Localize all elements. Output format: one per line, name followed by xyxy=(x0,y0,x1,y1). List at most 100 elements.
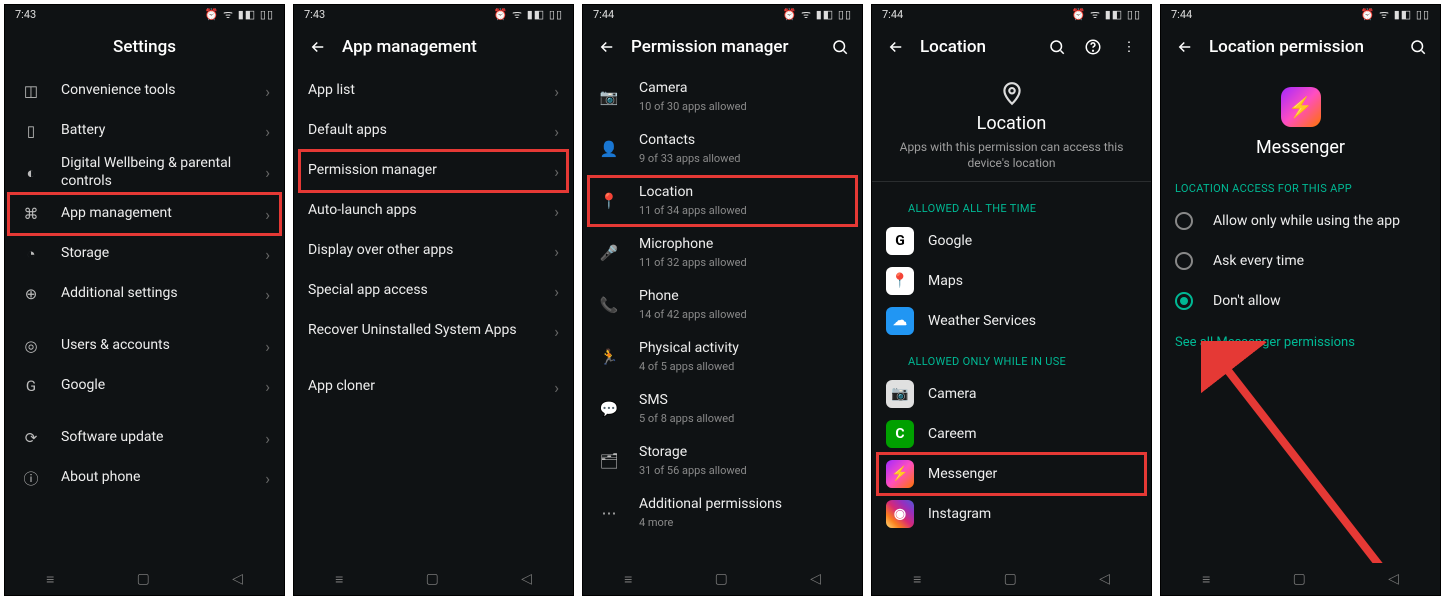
nav-back-icon[interactable]: ◁ xyxy=(521,571,532,587)
status-time: 7:43 xyxy=(304,8,325,21)
back-icon[interactable] xyxy=(595,35,619,59)
chevron-right-icon: › xyxy=(554,122,559,141)
item-icon: ▯ xyxy=(19,119,43,143)
permission-icon: 📞 xyxy=(597,293,621,317)
nav-recent-icon[interactable]: ≡ xyxy=(624,571,632,588)
back-icon[interactable] xyxy=(884,35,908,59)
item-label: Users & accounts xyxy=(61,337,257,355)
back-icon[interactable] xyxy=(1173,35,1197,59)
app-row[interactable]: ◉Instagram xyxy=(872,494,1151,534)
nav-recent-icon[interactable]: ≡ xyxy=(46,571,54,588)
settings-item[interactable]: ◐Digital Wellbeing & parental controls› xyxy=(5,151,284,194)
app-name: Instagram xyxy=(928,506,991,522)
item-label: Battery xyxy=(61,122,257,140)
settings-item[interactable]: ⊕Additional settings› xyxy=(5,274,284,314)
item-icon: ◎ xyxy=(19,334,43,358)
item-label: Physical activity xyxy=(639,340,848,358)
settings-item[interactable]: ◫Convenience tools› xyxy=(5,71,284,111)
nav-home-icon[interactable]: ▢ xyxy=(1004,571,1017,587)
item-sublabel: 14 of 42 apps allowed xyxy=(639,308,848,322)
app-mgmt-item[interactable]: Default apps› xyxy=(294,111,573,151)
settings-item[interactable]: ◔Storage› xyxy=(5,234,284,274)
app-mgmt-item[interactable]: App list› xyxy=(294,71,573,111)
permission-options[interactable]: ⚡ Messenger LOCATION ACCESS FOR THIS APP… xyxy=(1161,71,1440,563)
permission-icon: 🗂 xyxy=(597,449,621,473)
app-management-list[interactable]: App list›Default apps›Permission manager… xyxy=(294,71,573,563)
permission-item[interactable]: 🏃Physical activity4 of 5 apps allowed xyxy=(583,331,862,383)
app-row[interactable]: CCareem xyxy=(872,414,1151,454)
nav-recent-icon[interactable]: ≡ xyxy=(913,571,921,588)
settings-item[interactable]: GGoogle› xyxy=(5,366,284,406)
settings-item[interactable]: ⓘAbout phone› xyxy=(5,458,284,498)
permission-item[interactable]: 📍Location11 of 34 apps allowed xyxy=(583,175,862,227)
chevron-right-icon: › xyxy=(554,282,559,301)
help-icon[interactable] xyxy=(1079,33,1107,61)
search-icon[interactable] xyxy=(1404,33,1432,61)
permission-item[interactable]: 🎤Microphone11 of 32 apps allowed xyxy=(583,227,862,279)
item-icon: ⌘ xyxy=(19,202,43,226)
nav-home-icon[interactable]: ▢ xyxy=(137,571,150,587)
option-label: Allow only while using the app xyxy=(1213,213,1400,229)
app-mgmt-item[interactable]: Auto-launch apps› xyxy=(294,191,573,231)
nav-home-icon[interactable]: ▢ xyxy=(1293,571,1306,587)
permission-item[interactable]: 🗂Storage31 of 56 apps allowed xyxy=(583,435,862,487)
nav-home-icon[interactable]: ▢ xyxy=(426,571,439,587)
nav-back-icon[interactable]: ◁ xyxy=(1388,571,1399,587)
app-icon: 📍 xyxy=(886,267,914,295)
radio-option[interactable]: Ask every time xyxy=(1161,241,1440,281)
chevron-right-icon: › xyxy=(554,322,559,341)
nav-back-icon[interactable]: ◁ xyxy=(810,571,821,587)
settings-list[interactable]: ◫Convenience tools›▯Battery›◐Digital Wel… xyxy=(5,71,284,563)
nav-recent-icon[interactable]: ≡ xyxy=(335,571,343,588)
app-row[interactable]: GGoogle xyxy=(872,221,1151,261)
settings-item[interactable]: ⟳Software update› xyxy=(5,418,284,458)
title-bar: Permission manager xyxy=(583,23,862,71)
app-icon: 📷 xyxy=(886,380,914,408)
permission-item[interactable]: 📞 Phone 14 of 42 apps allowed xyxy=(583,279,862,331)
app-mgmt-item[interactable]: Recover Uninstalled System Apps› xyxy=(294,311,573,351)
permission-item[interactable]: 👤Contacts9 of 33 apps allowed xyxy=(583,123,862,175)
section-header: LOCATION ACCESS FOR THIS APP xyxy=(1161,168,1440,201)
search-icon[interactable] xyxy=(1043,33,1071,61)
app-name: Careem xyxy=(928,426,976,442)
permission-item[interactable]: ⋯Additional permissions4 more xyxy=(583,487,862,539)
app-mgmt-item[interactable]: App cloner› xyxy=(294,367,573,407)
see-all-permissions-link[interactable]: See all Messenger permissions xyxy=(1161,321,1440,364)
nav-back-icon[interactable]: ◁ xyxy=(232,571,243,587)
app-mgmt-item[interactable]: Permission manager› xyxy=(294,151,573,191)
settings-item[interactable]: ▯Battery› xyxy=(5,111,284,151)
search-icon[interactable] xyxy=(826,33,854,61)
settings-item[interactable]: ◎Users & accounts› xyxy=(5,326,284,366)
nav-home-icon[interactable]: ▢ xyxy=(715,571,728,587)
nav-back-icon[interactable]: ◁ xyxy=(1099,571,1110,587)
app-mgmt-item[interactable]: Display over other apps› xyxy=(294,231,573,271)
nav-recent-icon[interactable]: ≡ xyxy=(1202,571,1210,588)
radio-option[interactable]: Don't allow xyxy=(1161,281,1440,321)
app-row[interactable]: 📷Camera xyxy=(872,374,1151,414)
app-icon: G xyxy=(886,227,914,255)
permission-item[interactable]: 📷Camera10 of 30 apps allowed xyxy=(583,71,862,123)
back-icon[interactable] xyxy=(306,35,330,59)
permission-icon: 📍 xyxy=(597,189,621,213)
settings-item[interactable]: ⌘App management› xyxy=(5,194,284,234)
more-icon[interactable]: ⋮ xyxy=(1115,33,1143,61)
item-sublabel: 4 of 5 apps allowed xyxy=(639,360,848,374)
nav-bar: ≡ ▢ ◁ xyxy=(872,563,1151,595)
item-label: Storage xyxy=(61,245,257,263)
app-mgmt-item[interactable]: Special app access› xyxy=(294,271,573,311)
app-row[interactable]: ⚡Messenger xyxy=(872,454,1151,494)
section-header: ALLOWED ALL THE TIME xyxy=(872,188,1151,221)
screen-app-location-permission: 7:44 ⏰ ᯤ ▮◧ ▯▯ Location permission ⚡ Mes… xyxy=(1160,4,1441,596)
app-row[interactable]: 📍Maps xyxy=(872,261,1151,301)
item-icon: ◫ xyxy=(19,79,43,103)
chevron-right-icon: › xyxy=(554,202,559,221)
item-icon: ⟳ xyxy=(19,426,43,450)
permission-item[interactable]: 💬SMS5 of 8 apps allowed xyxy=(583,383,862,435)
item-label: Microphone xyxy=(639,236,848,254)
radio-option[interactable]: Allow only while using the app xyxy=(1161,201,1440,241)
item-label: Phone xyxy=(639,288,848,306)
app-row[interactable]: ☁Weather Services xyxy=(872,301,1151,341)
permission-list[interactable]: 📷Camera10 of 30 apps allowed👤Contacts9 o… xyxy=(583,71,862,563)
location-apps-list[interactable]: Location Apps with this permission can a… xyxy=(872,71,1151,563)
item-label: App list xyxy=(308,82,546,100)
